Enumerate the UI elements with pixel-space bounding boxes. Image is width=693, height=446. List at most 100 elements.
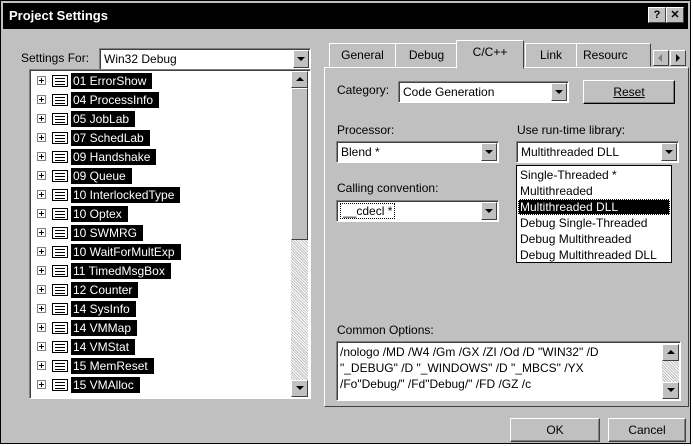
- tab-debug[interactable]: Debug: [395, 43, 458, 67]
- tab-scroll-right-icon[interactable]: [670, 50, 686, 66]
- scroll-down-icon[interactable]: [662, 382, 679, 399]
- scroll-track[interactable]: [662, 361, 679, 382]
- tree-item[interactable]: 11 TimedMsgBox: [30, 262, 292, 280]
- expand-icon[interactable]: [37, 171, 46, 180]
- chevron-down-icon[interactable]: [481, 143, 497, 161]
- runtime-library-label: Use run-time library:: [517, 123, 626, 137]
- runtime-option[interactable]: Debug Multithreaded DLL: [518, 247, 670, 263]
- tree-item[interactable]: 10 WaitForMultExp: [30, 243, 292, 261]
- expand-icon[interactable]: [37, 76, 46, 85]
- title-bar[interactable]: Project Settings ? ✕: [3, 3, 688, 29]
- expand-icon[interactable]: [37, 95, 46, 104]
- category-combo[interactable]: Code Generation: [398, 81, 569, 103]
- scroll-track[interactable]: [291, 240, 308, 380]
- expand-icon[interactable]: [37, 323, 46, 332]
- settings-for-combo[interactable]: Win32 Debug: [99, 48, 311, 70]
- project-icon: [52, 170, 68, 182]
- tree-item[interactable]: 12 Counter: [30, 281, 292, 299]
- tree-item-label: 09 Handshake: [71, 149, 157, 165]
- project-icon: [52, 151, 68, 163]
- tree-item-label: 09 Queue: [71, 168, 132, 184]
- expand-icon[interactable]: [37, 228, 46, 237]
- expand-icon[interactable]: [37, 304, 46, 313]
- tree-item[interactable]: 14 SysInfo: [30, 300, 292, 318]
- project-tree[interactable]: 01 ErrorShow 04 ProcessInfo 05 JobLab 07 Sc…: [29, 69, 311, 399]
- expand-icon[interactable]: [37, 361, 46, 370]
- tree-item-label: 14 VMStat: [71, 339, 136, 355]
- help-button[interactable]: ?: [648, 7, 666, 23]
- cancel-button[interactable]: Cancel: [608, 418, 686, 442]
- project-icon: [52, 113, 68, 125]
- tree-item-label: 15 MemReset: [71, 358, 154, 374]
- runtime-library-dropdown[interactable]: Single-Threaded * Multithreaded Multithr…: [516, 165, 672, 263]
- chevron-down-icon[interactable]: [551, 83, 567, 101]
- tab-link[interactable]: Link: [525, 43, 577, 67]
- tree-item[interactable]: 15 VMAlloc: [30, 376, 292, 394]
- options-scrollbar[interactable]: [662, 344, 679, 399]
- runtime-option[interactable]: Single-Threaded *: [518, 167, 670, 183]
- category-value: Code Generation: [403, 85, 495, 99]
- scroll-down-icon[interactable]: [291, 380, 308, 397]
- expand-icon[interactable]: [37, 152, 46, 161]
- runtime-option[interactable]: Debug Multithreaded: [518, 231, 670, 247]
- tree-item-label: 05 JobLab: [71, 111, 136, 127]
- project-icon: [52, 132, 68, 144]
- expand-icon[interactable]: [37, 380, 46, 389]
- settings-for-value: Win32 Debug: [104, 52, 177, 66]
- calling-convention-value: __cdecl *: [339, 203, 396, 219]
- project-icon: [52, 379, 68, 391]
- expand-icon[interactable]: [37, 114, 46, 123]
- chevron-down-icon[interactable]: [481, 202, 497, 220]
- tab-scroll-left-icon[interactable]: [653, 50, 669, 66]
- expand-icon[interactable]: [37, 190, 46, 199]
- project-icon: [52, 322, 68, 334]
- tree-item[interactable]: 05 JobLab: [30, 110, 292, 128]
- scroll-up-icon[interactable]: [291, 71, 308, 88]
- tree-item-label: 04 ProcessInfo: [71, 92, 160, 108]
- tree-item[interactable]: 09 Handshake: [30, 148, 292, 166]
- ok-button[interactable]: OK: [510, 418, 600, 442]
- project-icon: [52, 360, 68, 372]
- runtime-option-selected[interactable]: Multithreaded DLL: [518, 199, 670, 215]
- chevron-down-icon[interactable]: [661, 143, 677, 161]
- scroll-thumb[interactable]: [291, 88, 308, 240]
- processor-label: Processor:: [337, 123, 395, 137]
- tree-scrollbar[interactable]: [291, 71, 308, 397]
- expand-icon[interactable]: [37, 285, 46, 294]
- settings-for-label: Settings For:: [21, 51, 90, 65]
- tree-item[interactable]: 10 SWMRG: [30, 224, 292, 242]
- common-options-textbox[interactable]: /nologo /MD /W4 /Gm /GX /ZI /Od /D "WIN3…: [336, 341, 681, 401]
- runtime-library-value: Multithreaded DLL: [521, 145, 620, 159]
- common-options-label: Common Options:: [337, 323, 434, 337]
- processor-combo[interactable]: Blend *: [336, 141, 499, 163]
- tree-item[interactable]: 10 Optex: [30, 205, 292, 223]
- tree-item[interactable]: 14 VMMap: [30, 319, 292, 337]
- expand-icon[interactable]: [37, 133, 46, 142]
- project-icon: [52, 246, 68, 258]
- tree-item-label: 11 TimedMsgBox: [71, 263, 171, 279]
- tree-item[interactable]: 09 Queue: [30, 167, 292, 185]
- calling-convention-combo[interactable]: __cdecl *: [336, 200, 499, 222]
- expand-icon[interactable]: [37, 266, 46, 275]
- tree-item[interactable]: 07 SchedLab: [30, 129, 292, 147]
- tree-item[interactable]: 04 ProcessInfo: [30, 91, 292, 109]
- tree-item[interactable]: 14 VMStat: [30, 338, 292, 356]
- chevron-down-icon[interactable]: [293, 50, 309, 68]
- expand-icon[interactable]: [37, 342, 46, 351]
- tree-item-label: 10 SWMRG: [71, 225, 144, 241]
- project-icon: [52, 265, 68, 277]
- expand-icon[interactable]: [37, 209, 46, 218]
- tree-item[interactable]: 15 MemReset: [30, 357, 292, 375]
- expand-icon[interactable]: [37, 247, 46, 256]
- runtime-option[interactable]: Multithreaded: [518, 183, 670, 199]
- runtime-option[interactable]: Debug Single-Threaded: [518, 215, 670, 231]
- tab-c-cpp[interactable]: C/C++: [456, 40, 524, 69]
- close-button[interactable]: ✕: [666, 7, 684, 23]
- scroll-up-icon[interactable]: [662, 344, 679, 361]
- runtime-library-combo[interactable]: Multithreaded DLL: [516, 141, 679, 163]
- reset-button[interactable]: Reset: [583, 80, 675, 104]
- tree-item[interactable]: 01 ErrorShow: [30, 72, 292, 90]
- tree-item[interactable]: 10 InterlockedType: [30, 186, 292, 204]
- tab-general[interactable]: General: [329, 43, 396, 67]
- tab-resources[interactable]: Resourc: [576, 43, 651, 67]
